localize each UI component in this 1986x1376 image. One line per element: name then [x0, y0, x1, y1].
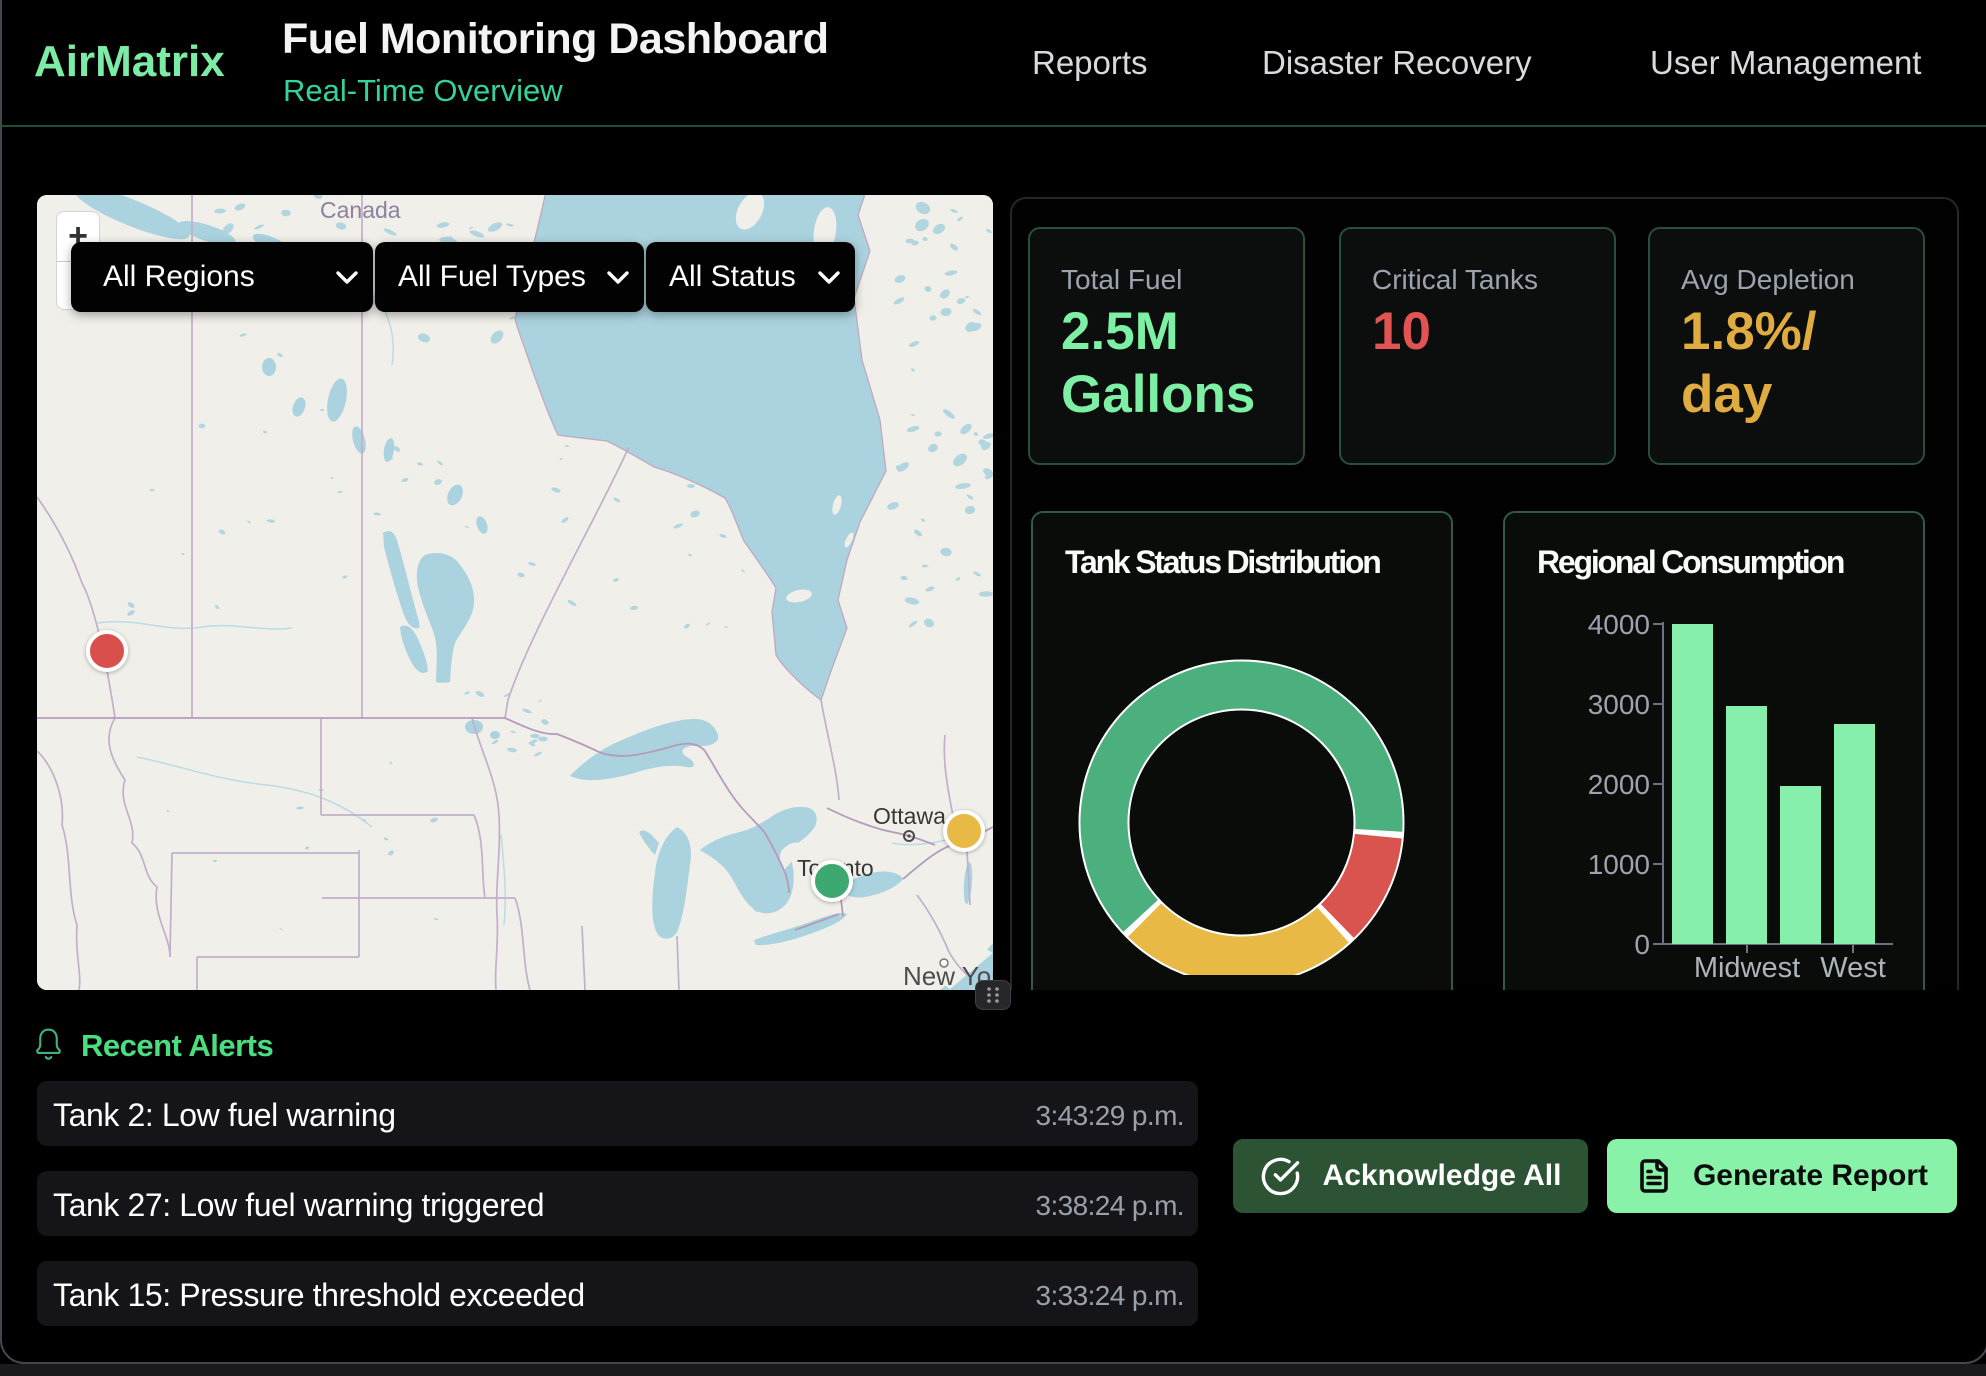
svg-text:Canada: Canada [320, 197, 401, 223]
svg-text:0: 0 [1634, 929, 1650, 960]
svg-text:1000: 1000 [1588, 849, 1650, 880]
svg-text:3000: 3000 [1588, 689, 1650, 720]
svg-text:Midwest: Midwest [1694, 952, 1800, 984]
svg-text:Ottawa: Ottawa [873, 803, 946, 829]
svg-text:West: West [1820, 952, 1886, 984]
svg-text:4000: 4000 [1588, 609, 1650, 640]
svg-text:2000: 2000 [1588, 769, 1650, 800]
